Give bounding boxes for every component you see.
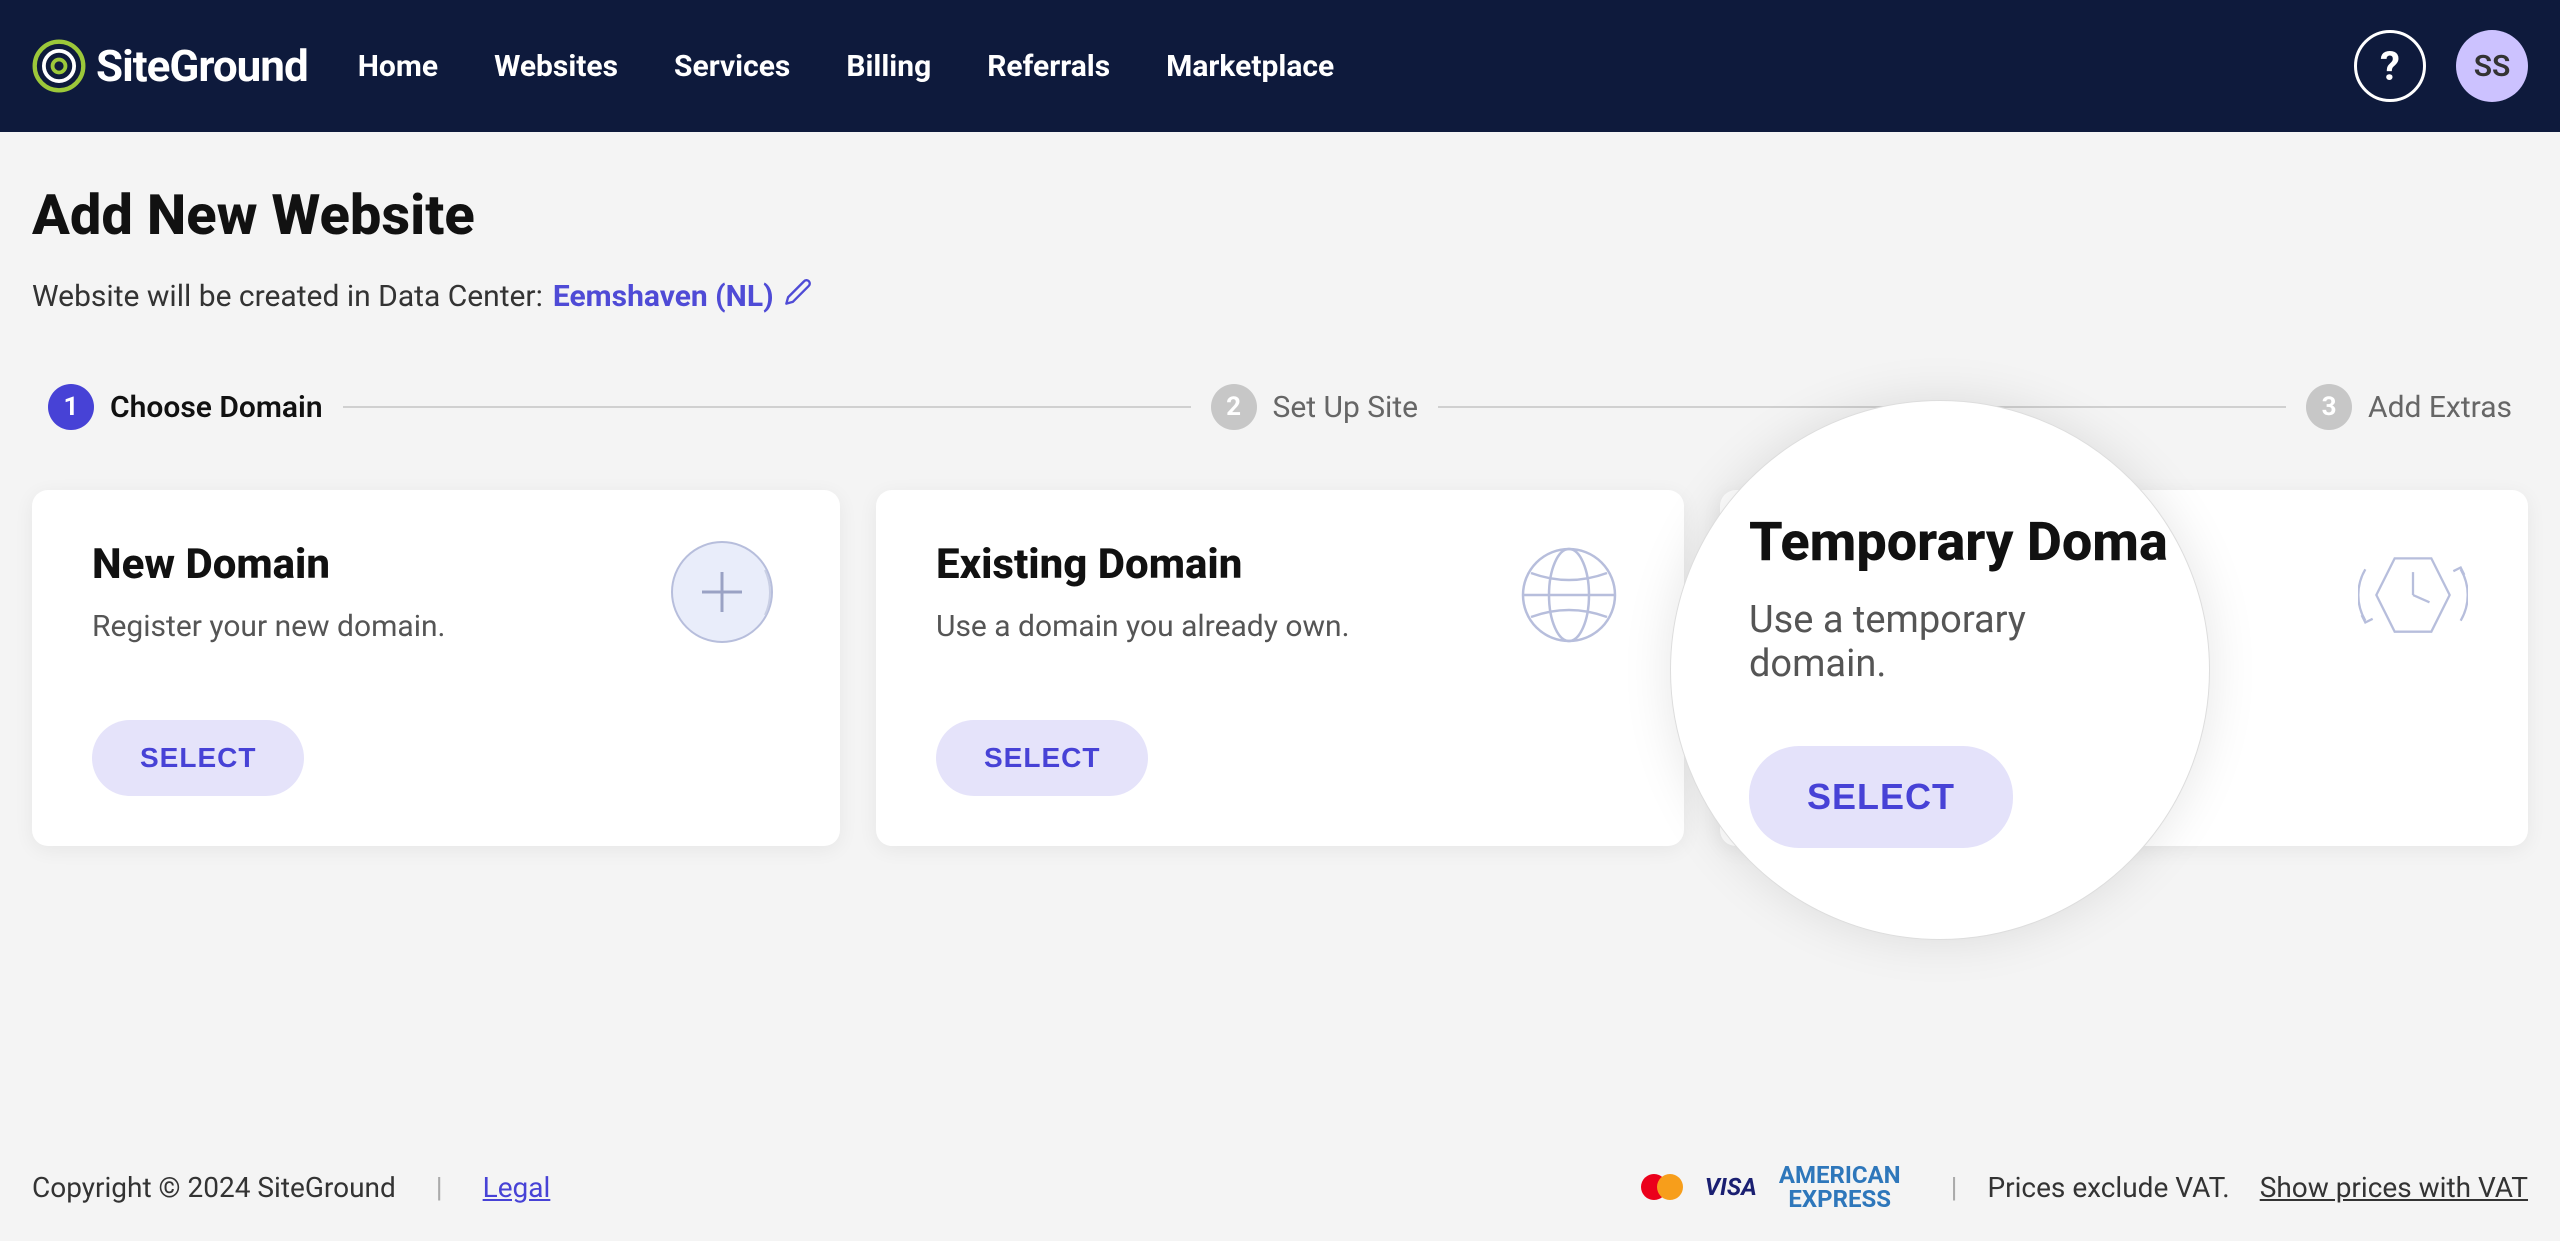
zoom-overlay: Temporary Doma Use a temporary domain. S… — [1670, 400, 2210, 940]
user-avatar[interactable]: SS — [2456, 30, 2528, 102]
footer-right: VISA AMERICAN EXPRESS | Prices exclude V… — [1641, 1163, 2528, 1211]
brand-name: SiteGround — [96, 40, 308, 92]
top-header: SiteGround Home Websites Services Billin… — [0, 0, 2560, 132]
footer: Copyright © 2024 SiteGround | Legal VISA… — [0, 1133, 2560, 1241]
step-3-number: 3 — [2306, 384, 2352, 430]
stepper: 1 Choose Domain 2 Set Up Site 3 Add Extr… — [32, 384, 2528, 430]
mastercard-icon — [1641, 1174, 1683, 1200]
footer-left: Copyright © 2024 SiteGround | Legal — [32, 1171, 550, 1204]
help-icon: ? — [2380, 43, 2400, 90]
main-nav: Home Websites Services Billing Referrals… — [358, 49, 1334, 84]
zoom-select-button[interactable]: SELECT — [1749, 746, 2013, 848]
dc-link[interactable]: Eemshaven (NL) — [553, 279, 774, 314]
step-3: 3 Add Extras — [2306, 384, 2512, 430]
card-new-domain-desc: Register your new domain. — [92, 609, 445, 644]
globe-icon — [1514, 540, 1624, 650]
step-1: 1 Choose Domain — [48, 384, 323, 430]
card-existing-domain: Existing Domain Use a domain you already… — [876, 490, 1684, 846]
copyright: Copyright © 2024 SiteGround — [32, 1171, 396, 1204]
step-2: 2 Set Up Site — [1211, 384, 1419, 430]
zoom-desc: Use a temporary domain. — [1749, 598, 2149, 686]
nav-home[interactable]: Home — [358, 49, 438, 84]
siteground-logo-icon — [32, 39, 86, 93]
clock-hex-icon — [2358, 540, 2468, 650]
brand-logo[interactable]: SiteGround — [32, 39, 308, 93]
separator: | — [436, 1171, 443, 1204]
header-left: SiteGround Home Websites Services Billin… — [32, 39, 1334, 93]
card-new-domain-title: New Domain — [92, 540, 445, 589]
nav-services[interactable]: Services — [674, 49, 790, 84]
card-top: New Domain Register your new domain. — [92, 540, 780, 650]
step-2-number: 2 — [1211, 384, 1257, 430]
help-button[interactable]: ? — [2354, 30, 2426, 102]
payment-icons: VISA AMERICAN EXPRESS — [1641, 1163, 1901, 1211]
select-new-domain-button[interactable]: SELECT — [92, 720, 304, 796]
separator: | — [1951, 1171, 1958, 1204]
card-new-domain: New Domain Register your new domain. SEL… — [32, 490, 840, 846]
card-existing-domain-desc: Use a domain you already own. — [936, 609, 1349, 644]
vat-text: Prices exclude VAT. — [1987, 1171, 2229, 1204]
step-line-1 — [343, 406, 1191, 408]
nav-websites[interactable]: Websites — [494, 49, 618, 84]
avatar-initials: SS — [2474, 49, 2511, 84]
nav-referrals[interactable]: Referrals — [987, 49, 1110, 84]
page-title: Add New Website — [32, 182, 2528, 248]
nav-marketplace[interactable]: Marketplace — [1166, 49, 1334, 84]
visa-icon: VISA — [1705, 1173, 1757, 1201]
step-2-label: Set Up Site — [1273, 390, 1419, 425]
nav-billing[interactable]: Billing — [846, 49, 931, 84]
step-line-2 — [1438, 406, 2286, 408]
zoom-title: Temporary Doma — [1749, 511, 2149, 574]
dc-prefix: Website will be created in Data Center: — [32, 279, 543, 314]
data-center-line: Website will be created in Data Center: … — [32, 278, 2528, 314]
select-existing-domain-button[interactable]: SELECT — [936, 720, 1148, 796]
step-1-number: 1 — [48, 384, 94, 430]
vat-toggle-link[interactable]: Show prices with VAT — [2260, 1171, 2528, 1204]
amex-icon: AMERICAN EXPRESS — [1779, 1163, 1901, 1211]
legal-link[interactable]: Legal — [483, 1171, 551, 1204]
card-existing-domain-title: Existing Domain — [936, 540, 1349, 589]
edit-icon[interactable] — [784, 278, 812, 314]
step-1-label: Choose Domain — [110, 390, 323, 425]
header-right: ? SS — [2354, 30, 2528, 102]
plus-circle-icon — [670, 540, 780, 650]
card-top: Existing Domain Use a domain you already… — [936, 540, 1624, 650]
step-3-label: Add Extras — [2368, 390, 2512, 425]
